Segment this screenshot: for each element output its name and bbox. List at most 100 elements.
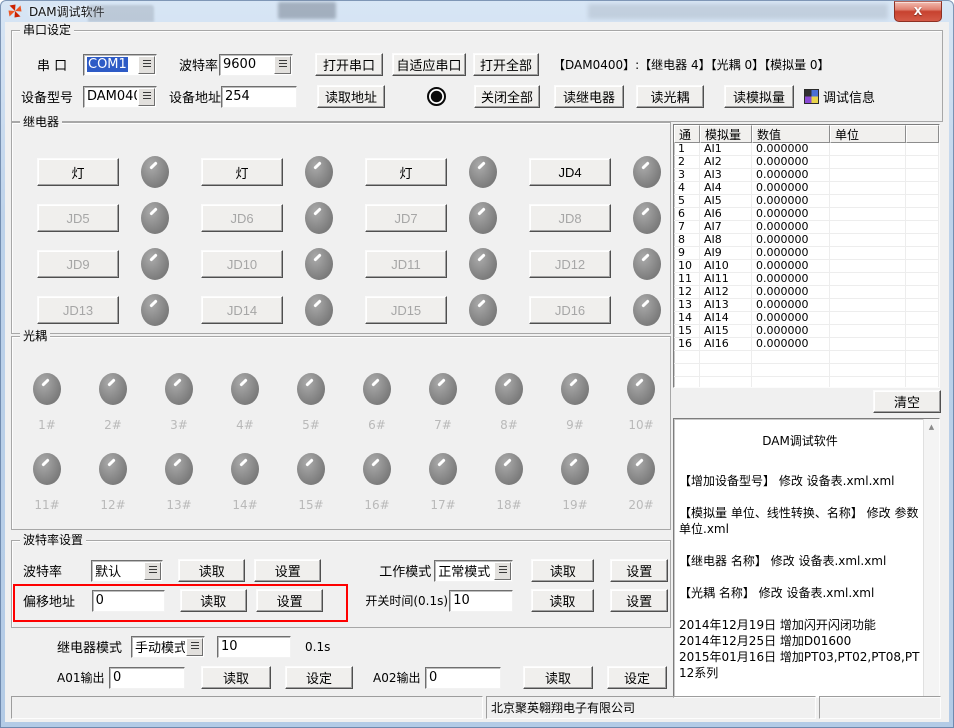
analog-table-row[interactable]: 7AI70.000000 — [674, 221, 939, 234]
analog-table-row[interactable]: 6AI60.000000 — [674, 208, 939, 221]
work-mode-select[interactable]: 正常模式 — [434, 560, 513, 582]
opto-lamp-18-icon[interactable] — [495, 453, 523, 485]
analog-table-header-cell[interactable]: 单位 — [830, 125, 906, 143]
analog-table-row[interactable]: 16AI160.000000 — [674, 338, 939, 351]
relay-button-4[interactable]: JD4 — [529, 158, 611, 186]
relay-lamp-7-icon[interactable] — [469, 202, 497, 234]
baud-set-button[interactable]: 设置 — [254, 559, 321, 582]
analog-table-row[interactable]: 12AI120.000000 — [674, 286, 939, 299]
relay-mode-select[interactable]: 手动模式 — [131, 636, 205, 658]
read-address-button[interactable]: 读取地址 — [317, 85, 385, 108]
relay-button-9[interactable]: JD9 — [37, 250, 119, 278]
a01-set-button[interactable]: 设定 — [285, 666, 353, 689]
com-port-select[interactable]: COM1 — [83, 54, 157, 76]
opto-lamp-19-icon[interactable] — [561, 453, 589, 485]
read-analog-button[interactable]: 读模拟量 — [724, 85, 794, 108]
relay-button-7[interactable]: JD7 — [365, 204, 447, 232]
debug-info-icon[interactable] — [804, 89, 819, 104]
analog-table-row[interactable]: 11AI110.000000 — [674, 273, 939, 286]
a02-read-button[interactable]: 读取 — [523, 666, 593, 689]
relay-lamp-14-icon[interactable] — [305, 294, 333, 326]
analog-table-row[interactable]: 3AI30.000000 — [674, 169, 939, 182]
opto-lamp-5-icon[interactable] — [297, 373, 325, 405]
relay-button-15[interactable]: JD15 — [365, 296, 447, 324]
opto-lamp-8-icon[interactable] — [495, 373, 523, 405]
debug-info-label[interactable]: 调试信息 — [823, 87, 875, 106]
device-address-input[interactable]: 254 — [221, 86, 297, 108]
relay-lamp-9-icon[interactable] — [141, 248, 169, 280]
read-relay-button[interactable]: 读继电器 — [554, 85, 624, 108]
relay-lamp-15-icon[interactable] — [469, 294, 497, 326]
opto-lamp-9-icon[interactable] — [561, 373, 589, 405]
opto-lamp-2-icon[interactable] — [99, 373, 127, 405]
clear-button[interactable]: 清空 — [873, 390, 941, 413]
relay-lamp-11-icon[interactable] — [469, 248, 497, 280]
analog-table-row[interactable]: 9AI90.000000 — [674, 247, 939, 260]
relay-lamp-16-icon[interactable] — [633, 294, 661, 326]
scroll-up-arrow-icon[interactable]: ▲ — [924, 419, 939, 434]
opto-lamp-14-icon[interactable] — [231, 453, 259, 485]
adaptive-port-button[interactable]: 自适应串口 — [392, 53, 466, 76]
analog-table-header-cell[interactable] — [906, 125, 939, 143]
opto-lamp-11-icon[interactable] — [33, 453, 61, 485]
analog-table-row[interactable]: 4AI40.000000 — [674, 182, 939, 195]
opto-lamp-20-icon[interactable] — [627, 453, 655, 485]
dropdown-arrow-icon[interactable] — [138, 88, 155, 106]
close-all-button[interactable]: 关闭全部 — [474, 85, 540, 108]
relay-lamp-3-icon[interactable] — [469, 156, 497, 188]
relay-button-5[interactable]: JD5 — [37, 204, 119, 232]
relay-button-3[interactable]: 灯 — [365, 158, 447, 186]
dropdown-arrow-icon[interactable] — [144, 562, 161, 580]
a01-output-input[interactable]: 0 — [109, 667, 185, 689]
analog-table-row[interactable]: 8AI80.000000 — [674, 234, 939, 247]
work-mode-read-button[interactable]: 读取 — [531, 559, 594, 582]
switch-time-input[interactable]: 10 — [449, 590, 512, 612]
analog-table-header-cell[interactable]: 通 — [674, 125, 700, 143]
titlebar[interactable]: DAM调试软件 X — [0, 0, 954, 22]
opto-lamp-10-icon[interactable] — [627, 373, 655, 405]
opto-lamp-17-icon[interactable] — [429, 453, 457, 485]
analog-table-row[interactable] — [674, 377, 939, 388]
relay-mode-time-input[interactable]: 10 — [217, 636, 291, 658]
relay-lamp-12-icon[interactable] — [633, 248, 661, 280]
relay-button-8[interactable]: JD8 — [529, 204, 611, 232]
analog-table-row[interactable]: 13AI130.000000 — [674, 299, 939, 312]
open-port-button[interactable]: 打开串口 — [315, 53, 383, 76]
dropdown-arrow-icon[interactable] — [494, 562, 511, 580]
opto-lamp-6-icon[interactable] — [363, 373, 391, 405]
offset-address-input[interactable]: 0 — [92, 590, 165, 612]
baud-read-button[interactable]: 读取 — [178, 559, 245, 582]
analog-table-row[interactable] — [674, 364, 939, 377]
a02-output-input[interactable]: 0 — [425, 667, 501, 689]
relay-lamp-8-icon[interactable] — [633, 202, 661, 234]
analog-table-header-cell[interactable]: 模拟量 — [700, 125, 752, 143]
a02-set-button[interactable]: 设定 — [607, 666, 667, 689]
dropdown-arrow-icon[interactable] — [274, 56, 291, 74]
close-button[interactable]: X — [894, 1, 942, 22]
relay-lamp-4-icon[interactable] — [633, 156, 661, 188]
analog-table-row[interactable]: 10AI100.000000 — [674, 260, 939, 273]
work-mode-set-button[interactable]: 设置 — [610, 559, 668, 582]
analog-table-row[interactable]: 14AI140.000000 — [674, 312, 939, 325]
switch-time-read-button[interactable]: 读取 — [531, 589, 595, 612]
relay-button-16[interactable]: JD16 — [529, 296, 611, 324]
relay-button-11[interactable]: JD11 — [365, 250, 447, 278]
relay-lamp-10-icon[interactable] — [305, 248, 333, 280]
relay-lamp-13-icon[interactable] — [141, 294, 169, 326]
opto-lamp-1-icon[interactable] — [33, 373, 61, 405]
baud-setting-select[interactable]: 默认 — [91, 560, 163, 582]
read-opto-button[interactable]: 读光耦 — [636, 85, 704, 108]
relay-button-6[interactable]: JD6 — [201, 204, 283, 232]
analog-table-row[interactable]: 2AI20.000000 — [674, 156, 939, 169]
relay-button-2[interactable]: 灯 — [201, 158, 283, 186]
opto-lamp-13-icon[interactable] — [165, 453, 193, 485]
opto-lamp-7-icon[interactable] — [429, 373, 457, 405]
a01-read-button[interactable]: 读取 — [201, 666, 271, 689]
opto-lamp-15-icon[interactable] — [297, 453, 325, 485]
relay-lamp-6-icon[interactable] — [305, 202, 333, 234]
relay-button-12[interactable]: JD12 — [529, 250, 611, 278]
relay-button-1[interactable]: 灯 — [37, 158, 119, 186]
dropdown-arrow-icon[interactable] — [186, 638, 203, 656]
device-model-select[interactable]: DAM0400 — [83, 86, 157, 108]
analog-table-row[interactable]: 5AI50.000000 — [674, 195, 939, 208]
